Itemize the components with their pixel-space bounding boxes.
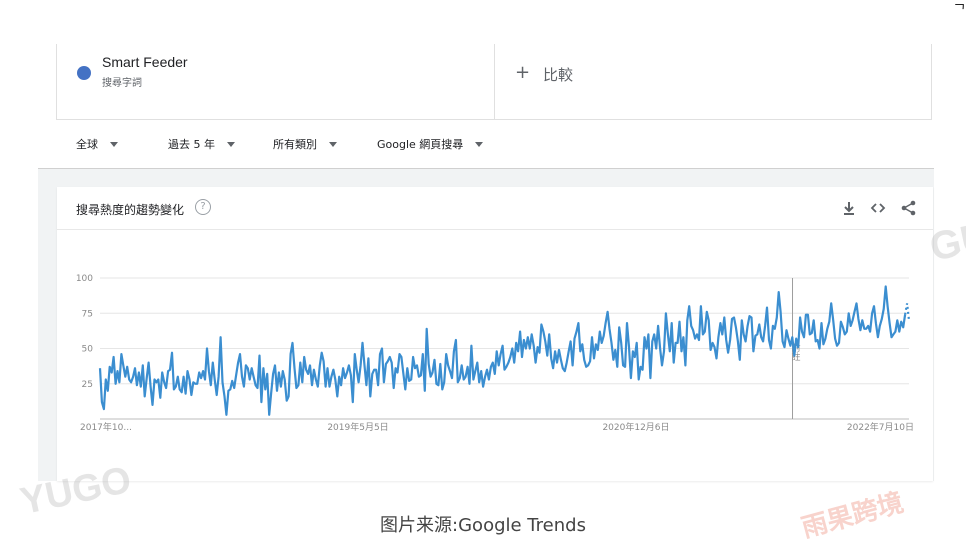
search-term-cell[interactable]: Smart Feeder 搜尋字詞 <box>57 44 495 119</box>
x-tick-label: 2019年5月5日 <box>327 421 388 433</box>
plus-icon: + <box>515 62 531 83</box>
filter-category[interactable]: 所有類別 <box>273 136 337 152</box>
interest-over-time-card: 搜尋熱度的趨勢變化 ? 25 50 75 100 2017年10... 2019年5月5日… <box>57 187 933 481</box>
filter-time-range[interactable]: 過去 5 年 <box>168 136 235 152</box>
series-line <box>98 285 907 416</box>
y-tick-label: 50 <box>82 345 94 355</box>
filter-search-type[interactable]: Google 網頁搜尋 <box>377 136 484 152</box>
term-color-dot <box>77 66 91 80</box>
filter-region[interactable]: 全球 <box>76 136 118 152</box>
x-tick-label: 2022年7月10日 <box>847 421 914 433</box>
corner-glyph: ᄀ <box>953 3 966 19</box>
term-card: Smart Feeder 搜尋字詞 + 比較 <box>56 44 932 120</box>
y-tick-label: 25 <box>82 380 93 390</box>
chevron-down-icon <box>110 141 118 147</box>
x-tick-label: 2020年12月6日 <box>602 421 669 433</box>
term-type: 搜尋字詞 <box>102 78 142 89</box>
filter-search-type-label: Google 網頁搜尋 <box>377 138 464 151</box>
chevron-down-icon <box>227 141 235 147</box>
x-tick-label: 2017年10... <box>80 421 132 433</box>
filter-time-label: 過去 5 年 <box>168 138 215 151</box>
chevron-down-icon <box>475 141 484 147</box>
compare-cell[interactable]: + 比較 <box>495 44 931 119</box>
y-tick-label: 75 <box>82 309 93 319</box>
filter-bar: 全球 過去 5 年 所有類別 Google 網頁搜尋 <box>38 120 934 169</box>
image-caption: 图片来源:Google Trends <box>380 515 586 536</box>
chevron-down-icon <box>329 141 337 147</box>
filter-region-label: 全球 <box>76 138 98 151</box>
compare-label[interactable]: 比較 <box>543 64 573 85</box>
term-name[interactable]: Smart Feeder <box>102 54 188 70</box>
trend-chart: 25 50 75 100 2017年10... 2019年5月5日 2020年12月6日 20… <box>76 274 914 433</box>
filter-category-label: 所有類別 <box>273 138 317 151</box>
y-tick-label: 100 <box>76 274 93 284</box>
